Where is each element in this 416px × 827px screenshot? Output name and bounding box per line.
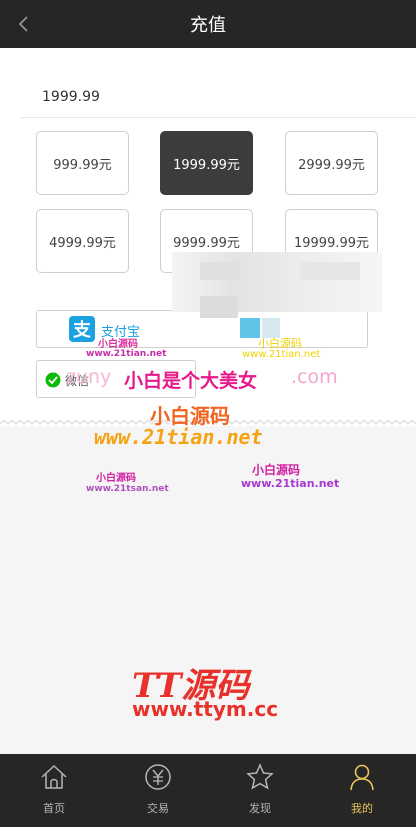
- watermark-text: .com: [291, 366, 338, 388]
- mosaic-tile: [300, 262, 360, 280]
- bottom-tab-bar: 首页 交易 发现 我的: [0, 754, 416, 827]
- watermark-text: www.21tsan.net: [86, 484, 169, 494]
- watermark-text: 小白源码: [252, 463, 301, 477]
- amount-option-label: 4999.99元: [49, 235, 116, 251]
- tab-home[interactable]: 首页: [2, 762, 106, 822]
- amount-option-label: 999.99元: [53, 157, 112, 173]
- tab-label: 交易: [147, 802, 169, 815]
- tab-label: 首页: [43, 802, 65, 815]
- amount-option-selected[interactable]: 1999.99元: [160, 131, 253, 195]
- watermark-text: 小白源码: [96, 473, 136, 484]
- amount-option[interactable]: 999.99元: [36, 131, 129, 195]
- home-icon: [41, 764, 67, 789]
- amount-option-label: 1999.99元: [173, 157, 240, 173]
- yuan-icon: [145, 764, 171, 790]
- user-icon: [350, 764, 374, 791]
- amount-option-label: 2999.99元: [298, 157, 365, 173]
- watermark-text: 小白源码: [98, 339, 138, 350]
- watermark-tt-site: www.ttym.cc: [132, 697, 279, 721]
- mosaic-tile: [200, 296, 238, 318]
- watermark-text: www.21tian.net: [241, 477, 340, 490]
- tab-trade[interactable]: 交易: [106, 762, 210, 822]
- tab-mine[interactable]: 我的: [310, 762, 414, 822]
- tab-label: 我的: [351, 802, 373, 815]
- amount-option[interactable]: 4999.99元: [36, 209, 129, 273]
- amount-option-label: 19999.99元: [293, 235, 370, 251]
- recharge-page: 充值 999.99元 1999.99元 2999.99元 4999.99元 99…: [0, 0, 416, 827]
- tab-label: 发现: [249, 802, 271, 815]
- watermark-site: www.21tian.net: [94, 425, 263, 449]
- amount-row: [20, 80, 416, 118]
- tab-discover[interactable]: 发现: [208, 762, 312, 822]
- amount-option-label: 9999.99元: [173, 235, 240, 251]
- star-icon: [246, 763, 274, 790]
- watermark-text: zuny: [66, 366, 112, 388]
- amount-input[interactable]: [42, 84, 342, 110]
- page-title: 充值: [190, 15, 226, 36]
- watermark-text: www.21tian.net: [86, 349, 167, 359]
- alipay-icon: 支: [69, 316, 95, 342]
- watermark-text: www.21tian.net: [242, 349, 321, 360]
- mosaic-tile: [200, 262, 240, 280]
- header-bar: 充值: [0, 0, 416, 48]
- amount-option[interactable]: 2999.99元: [285, 131, 378, 195]
- wechat-check-icon: [45, 372, 61, 388]
- mosaic-tile: [240, 318, 260, 338]
- back-arrow-icon[interactable]: [14, 14, 34, 34]
- watermark-slogan: 小白是个大美女: [124, 370, 258, 392]
